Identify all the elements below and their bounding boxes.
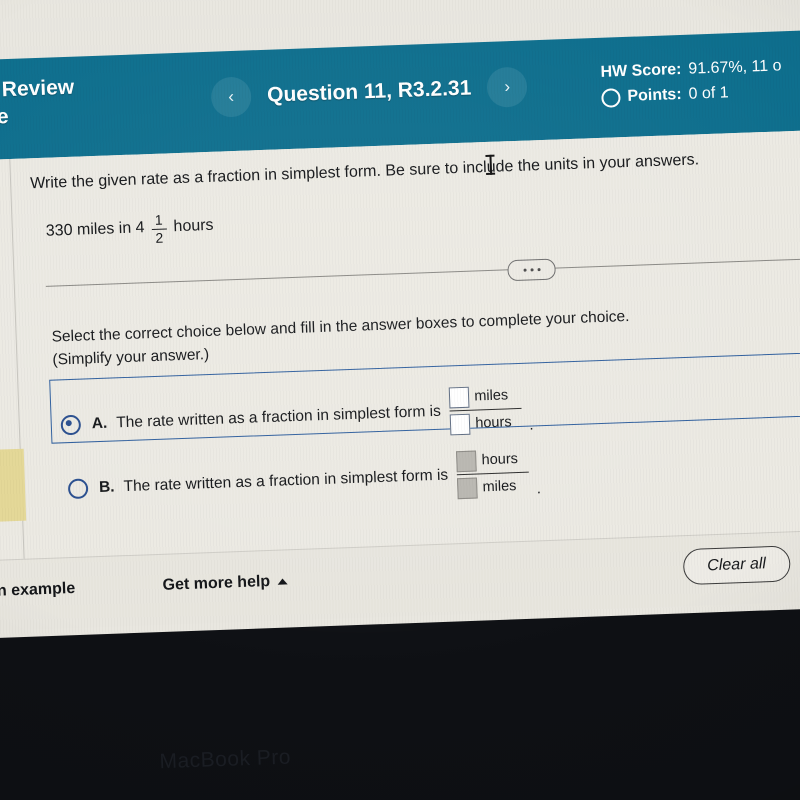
choice-a-denominator-unit: hours bbox=[475, 414, 512, 432]
assignment-title: ills Review evie bbox=[0, 75, 76, 133]
choice-a-text: The rate written as a fraction in simple… bbox=[115, 402, 442, 432]
question-prompt: Write the given rate as a fraction in si… bbox=[29, 151, 700, 193]
mixed-number-fraction: 1 2 bbox=[151, 211, 167, 247]
points-value: 0 of 1 bbox=[688, 84, 729, 103]
question-label: Question 11, R3.2.31 bbox=[266, 76, 472, 107]
caret-up-icon bbox=[277, 578, 288, 585]
choice-b-letter: B. bbox=[98, 478, 115, 496]
choice-a-denominator-input[interactable] bbox=[449, 413, 471, 436]
assignment-title-line-1: ills Review bbox=[0, 75, 75, 103]
score-summary: HW Score: 91.67%, 11 o Points: 0 of 1 bbox=[600, 54, 783, 110]
choice-a-numerator-row: miles bbox=[448, 383, 522, 410]
device-model-label: MacBook Pro bbox=[159, 745, 292, 774]
choice-b-numerator-unit: hours bbox=[481, 451, 519, 469]
radio-button-a[interactable] bbox=[60, 414, 82, 436]
choice-a-trailing-period: . bbox=[529, 416, 534, 434]
choice-b-answer-fraction: hours miles bbox=[456, 447, 530, 501]
choice-a-numerator-input[interactable] bbox=[448, 386, 470, 408]
ellipsis-icon[interactable] bbox=[507, 258, 556, 282]
question-navigation: ‹ Question 11, R3.2.31 › bbox=[210, 66, 528, 118]
choice-a-answer-fraction: miles hours bbox=[448, 383, 523, 437]
points-label: Points: bbox=[627, 85, 682, 105]
answer-choice-b[interactable]: B. The rate written as a fraction in sim… bbox=[67, 446, 541, 514]
get-more-help-label: Get more help bbox=[162, 572, 271, 594]
previous-question-button[interactable]: ‹ bbox=[210, 76, 252, 118]
expression-suffix: hours bbox=[173, 217, 214, 236]
choice-b-denominator-row: miles bbox=[457, 474, 530, 501]
radio-button-b[interactable] bbox=[67, 478, 89, 499]
sticky-note-block bbox=[0, 448, 27, 527]
choice-a-numerator-unit: miles bbox=[474, 387, 509, 405]
question-content-panel: Write the given rate as a fraction in si… bbox=[0, 128, 800, 562]
choice-b-denominator-input bbox=[457, 477, 478, 500]
view-an-example-link[interactable]: v an example bbox=[0, 580, 76, 602]
points-row: Points: 0 of 1 bbox=[601, 79, 783, 110]
chevron-right-icon: › bbox=[504, 77, 511, 97]
laptop-bezel: MacBook Pro bbox=[0, 605, 800, 800]
question-expression: 330 miles in 4 1 2 hours bbox=[45, 210, 214, 249]
hw-score-value: 91.67%, 11 o bbox=[688, 57, 782, 78]
chevron-left-icon: ‹ bbox=[227, 86, 235, 107]
assignment-title-line-2: evie bbox=[0, 104, 10, 130]
points-status-circle-icon bbox=[601, 87, 621, 108]
choice-b-trailing-period: . bbox=[536, 480, 542, 498]
photo-of-laptop-screen: ills Review evie ‹ Question 11, R3.2.31 … bbox=[0, 0, 800, 800]
fraction-denominator: 2 bbox=[155, 229, 164, 247]
choice-b-text: The rate written as a fraction in simple… bbox=[123, 466, 449, 495]
next-question-button[interactable]: › bbox=[486, 66, 528, 108]
fraction-numerator: 1 bbox=[154, 211, 163, 228]
hw-score-label: HW Score: bbox=[600, 60, 682, 81]
get-more-help-link[interactable]: Get more help bbox=[162, 572, 288, 594]
expression-prefix: 330 miles in 4 bbox=[45, 219, 145, 241]
choice-b-numerator-row: hours bbox=[456, 447, 529, 474]
choice-a-denominator-row: hours bbox=[449, 410, 523, 437]
choice-b-denominator-unit: miles bbox=[482, 478, 517, 496]
choice-b-numerator-input bbox=[456, 450, 477, 472]
choice-a-letter: A. bbox=[91, 414, 108, 432]
section-divider bbox=[45, 256, 800, 287]
clear-all-button[interactable]: Clear all bbox=[682, 545, 791, 586]
